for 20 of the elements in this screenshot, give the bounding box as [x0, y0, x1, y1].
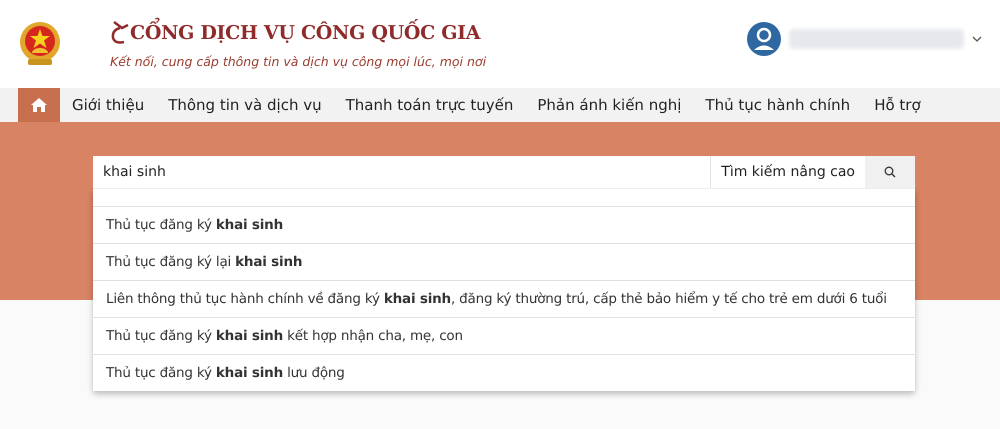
caret-icon[interactable] [972, 35, 982, 43]
suggestion-item[interactable]: Thủ tục đăng ký lại khai sinh [93, 243, 915, 280]
home-tab[interactable] [18, 88, 60, 122]
nav-tab[interactable]: Giới thiệu [60, 88, 156, 122]
home-icon [30, 97, 48, 113]
emblem-icon [18, 21, 62, 67]
suggestion-item[interactable]: Thủ tục đăng ký khai sinh [93, 206, 915, 243]
nav-tab[interactable]: Thanh toán trực tuyến [334, 88, 526, 122]
suggestion-item[interactable]: Liên thông thủ tục hành chính về đăng ký khai sinh, đăng ký thường trú, cấp thẻ bảo hiểm y tế cho trẻ em dưới 6 tuổi [93, 280, 915, 317]
search-button[interactable] [865, 156, 915, 188]
nav-tab[interactable]: Thông tin và dịch vụ [156, 88, 334, 122]
site-slogan: Kết nối, cung cấp thông tin và dịch vụ công mọi lúc, mọi nơi [110, 54, 486, 68]
search-icon [884, 166, 896, 178]
search-field[interactable]: khai sinh [93, 156, 710, 188]
suggestion-item[interactable]: Thủ tục đăng ký khai sinh kết hợp nhận cha, mẹ, con [93, 317, 915, 354]
advanced-search-button[interactable]: Tìm kiếm nâng cao [710, 156, 865, 188]
nav-tab[interactable]: Phản ánh kiến nghị [525, 88, 694, 122]
avatar-icon[interactable] [747, 22, 781, 56]
nav-tab[interactable]: Hỗ trợ [862, 88, 933, 122]
nav-tab[interactable]: Thủ tục hành chính [693, 88, 862, 122]
